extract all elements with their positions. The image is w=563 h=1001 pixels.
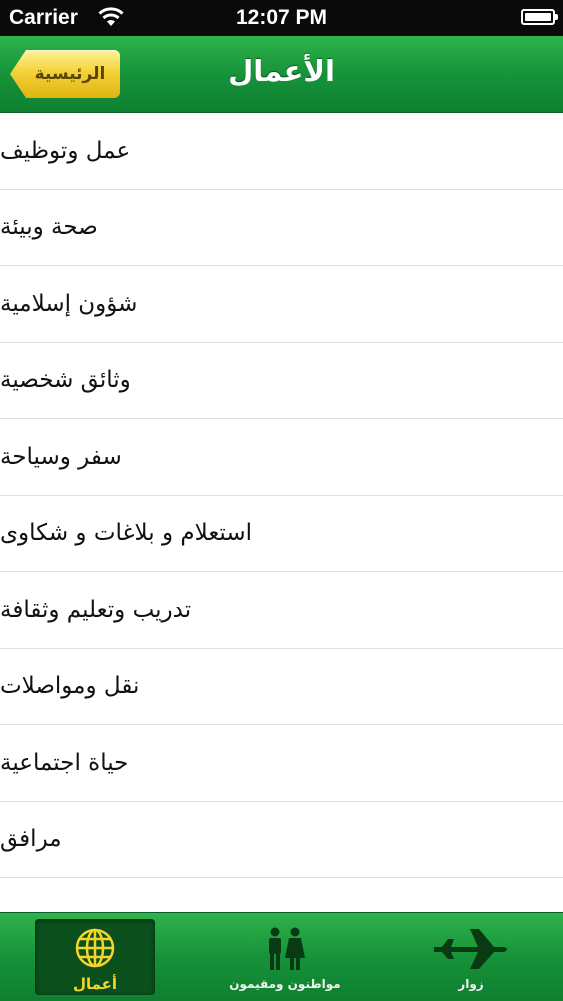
list-item-label: تدريب وتعليم وثقافة <box>0 596 192 623</box>
page-title: الأعمال <box>228 54 335 88</box>
tab-label: أعمال <box>72 975 118 993</box>
list-item-label: حياة اجتماعية <box>0 749 129 776</box>
list-item-label: نقل ومواصلات <box>0 673 140 700</box>
globe-icon <box>75 928 115 968</box>
list-item-label: استعلام و بلاغات و شكاوى <box>0 520 253 547</box>
battery-icon <box>521 9 558 25</box>
list-item-training-education[interactable]: تدريب وتعليم وثقافة <box>0 572 563 649</box>
tab-label: مواطنون ومقيمون <box>229 977 341 991</box>
tab-visitors[interactable]: زوار <box>411 919 531 995</box>
list-item-work-employment[interactable]: عمل وتوظيف <box>0 113 563 190</box>
navigation-bar: الرئيسية الأعمال <box>0 36 563 113</box>
list-item-personal-documents[interactable]: وثائق شخصية <box>0 342 563 419</box>
list-item-label: شؤون إسلامية <box>0 290 138 317</box>
list-item-label: مرافق <box>0 826 62 853</box>
list-item-islamic-affairs[interactable]: شؤون إسلامية <box>0 266 563 343</box>
list-item-travel-tourism[interactable]: سفر وسياحة <box>0 419 563 496</box>
tab-citizens-residents[interactable]: مواطنون ومقيمون <box>222 919 348 995</box>
list-item-inquiries-complaints[interactable]: استعلام و بلاغات و شكاوى <box>0 495 563 572</box>
list-item-label: وثائق شخصية <box>0 367 131 394</box>
list-item-label: عمل وتوظيف <box>0 137 131 164</box>
list-item-transport[interactable]: نقل ومواصلات <box>0 648 563 725</box>
tab-bar: أعمال مواطنون ومقيمون زوار <box>0 912 563 1001</box>
category-list: عمل وتوظيف صحة وبيئة شؤون إسلامية وثائق … <box>0 113 563 878</box>
tab-label: زوار <box>458 977 484 991</box>
airplane-icon <box>434 929 507 969</box>
list-item-social-life[interactable]: حياة اجتماعية <box>0 725 563 802</box>
list-item-label: صحة وبيئة <box>0 214 98 241</box>
list-item-label: سفر وسياحة <box>0 443 122 470</box>
tab-work[interactable]: أعمال <box>35 919 155 995</box>
list-item-facilities[interactable]: مرافق <box>0 801 563 878</box>
list-item-health-environment[interactable]: صحة وبيئة <box>0 189 563 266</box>
status-bar: Carrier 12:07 PM <box>0 0 563 36</box>
people-icon <box>269 927 305 970</box>
clock: 12:07 PM <box>235 6 328 29</box>
